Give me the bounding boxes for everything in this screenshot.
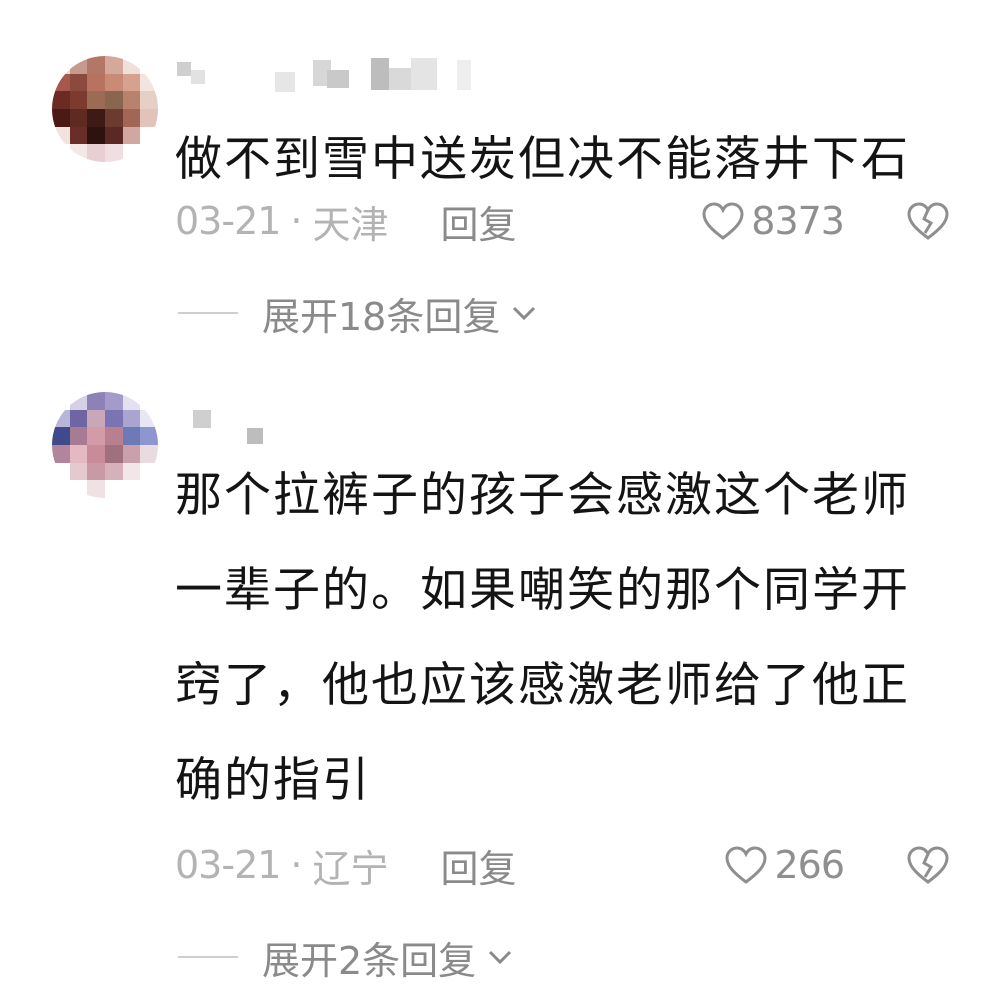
reply-button[interactable]: 回复 <box>441 838 517 893</box>
meta-separator: · <box>290 843 303 887</box>
broken-heart-icon <box>907 202 949 240</box>
broken-heart-icon <box>907 846 949 884</box>
comment-date: 03-21 <box>175 843 281 887</box>
dislike-button[interactable] <box>906 201 950 241</box>
reply-button[interactable]: 回复 <box>441 194 517 249</box>
expand-divider <box>178 312 238 314</box>
expand-replies-label: 展开2条回复 <box>262 938 477 983</box>
chevron-down-icon <box>510 303 538 323</box>
comment-text: 那个拉裤子的孩子会感激这个老师一辈子的。如果嘲笑的那个同学开窍了，他也应该感激老… <box>175 468 910 808</box>
like-count: 8373 <box>751 199 845 243</box>
comment-date: 03-21 <box>175 199 281 243</box>
expand-replies-button[interactable]: 展开2条回复 <box>178 932 514 983</box>
heart-outline-icon <box>702 202 744 240</box>
like-count: 266 <box>774 843 845 887</box>
avatar[interactable] <box>52 56 158 162</box>
expand-divider <box>178 956 238 958</box>
comment-location: 辽宁 <box>312 846 389 891</box>
expand-replies-label: 展开18条回复 <box>262 294 501 339</box>
comment-item: 做不到雪中送炭但决不能落井下石 03-21 · 天津 回复 8373 展开18条… <box>0 0 1008 360</box>
comment-location: 天津 <box>312 202 389 247</box>
avatar[interactable] <box>52 392 158 498</box>
username-blurred[interactable] <box>175 58 475 98</box>
username-blurred[interactable] <box>175 406 275 446</box>
like-button[interactable]: 266 <box>724 843 845 887</box>
like-button[interactable]: 8373 <box>701 199 845 243</box>
comment-text: 做不到雪中送炭但决不能落井下石 <box>175 132 910 187</box>
chevron-down-icon <box>486 947 514 967</box>
comment-meta: 03-21 · 天津 回复 8373 <box>175 194 950 249</box>
comment-item: 那个拉裤子的孩子会感激这个老师一辈子的。如果嘲笑的那个同学开窍了，他也应该感激老… <box>0 380 1008 999</box>
expand-replies-button[interactable]: 展开18条回复 <box>178 288 538 339</box>
comment-meta: 03-21 · 辽宁 回复 266 <box>175 838 950 893</box>
heart-outline-icon <box>725 846 767 884</box>
meta-separator: · <box>290 199 303 243</box>
dislike-button[interactable] <box>906 845 950 885</box>
